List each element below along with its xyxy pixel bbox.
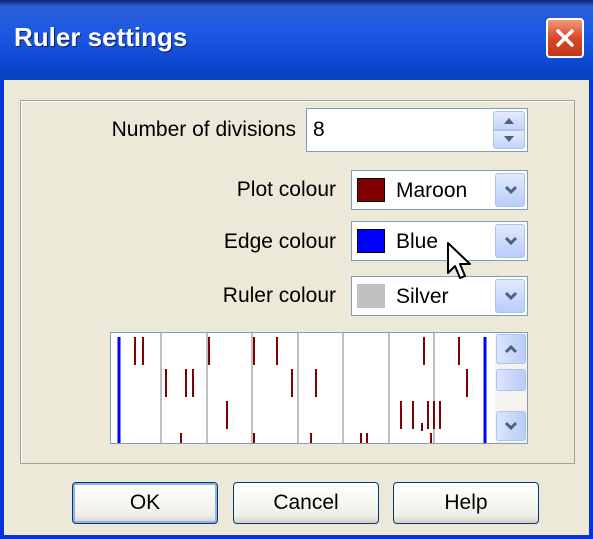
window-frame-bottom	[0, 535, 593, 539]
window-frame-right	[589, 80, 593, 539]
title-bar[interactable]: Ruler settings	[0, 0, 593, 80]
plot-colour-value: Maroon	[396, 179, 468, 202]
plot-colour-select[interactable]: Maroon	[351, 170, 528, 210]
spin-up-icon	[504, 118, 514, 124]
scroll-down-button[interactable]	[496, 411, 526, 441]
edge-colour-dropdown-button[interactable]	[495, 224, 525, 258]
plot-colour-swatch	[357, 178, 385, 202]
ruler-colour-value: Silver	[396, 285, 449, 308]
scroll-down-icon	[504, 421, 518, 431]
scroll-up-icon	[504, 344, 518, 354]
ruler-preview	[110, 332, 528, 444]
mouse-pointer-icon	[447, 242, 471, 279]
plot-colour-label: Plot colour	[236, 178, 336, 201]
window-frame-left	[0, 80, 4, 539]
spin-down-button[interactable]	[493, 130, 525, 149]
edge-colour-swatch	[357, 229, 385, 253]
cancel-button[interactable]: Cancel	[233, 482, 379, 524]
ruler-colour-label: Ruler colour	[222, 284, 336, 307]
spin-down-icon	[504, 136, 514, 142]
ruler-colour-swatch	[357, 284, 385, 308]
edge-colour-value: Blue	[396, 230, 439, 253]
dialog-title: Ruler settings	[14, 22, 188, 52]
ruler-settings-dialog: Ruler settings Number of divisions 8 Plo…	[0, 0, 593, 539]
scroll-thumb[interactable]	[496, 369, 526, 391]
chevron-down-icon	[504, 291, 518, 301]
close-icon	[556, 29, 574, 47]
edge-colour-select[interactable]: Blue	[351, 221, 528, 261]
edge-colour-label: Edge colour	[223, 230, 336, 253]
divisions-value[interactable]: 8	[313, 118, 325, 142]
ruler-colour-select[interactable]: Silver	[351, 276, 528, 316]
chevron-down-icon	[504, 185, 518, 195]
close-button[interactable]	[546, 18, 584, 58]
ruler-colour-dropdown-button[interactable]	[495, 279, 525, 313]
preview-scrollbar[interactable]	[495, 333, 527, 443]
divisions-spinner[interactable]: 8	[306, 108, 528, 152]
help-button[interactable]: Help	[393, 482, 539, 524]
chevron-down-icon	[504, 236, 518, 246]
ruler-preview-canvas	[117, 333, 487, 443]
spin-up-button[interactable]	[493, 111, 525, 130]
plot-colour-dropdown-button[interactable]	[495, 173, 525, 207]
scroll-up-button[interactable]	[496, 334, 526, 364]
ok-button[interactable]: OK	[72, 482, 218, 524]
divisions-label: Number of divisions	[111, 118, 296, 141]
